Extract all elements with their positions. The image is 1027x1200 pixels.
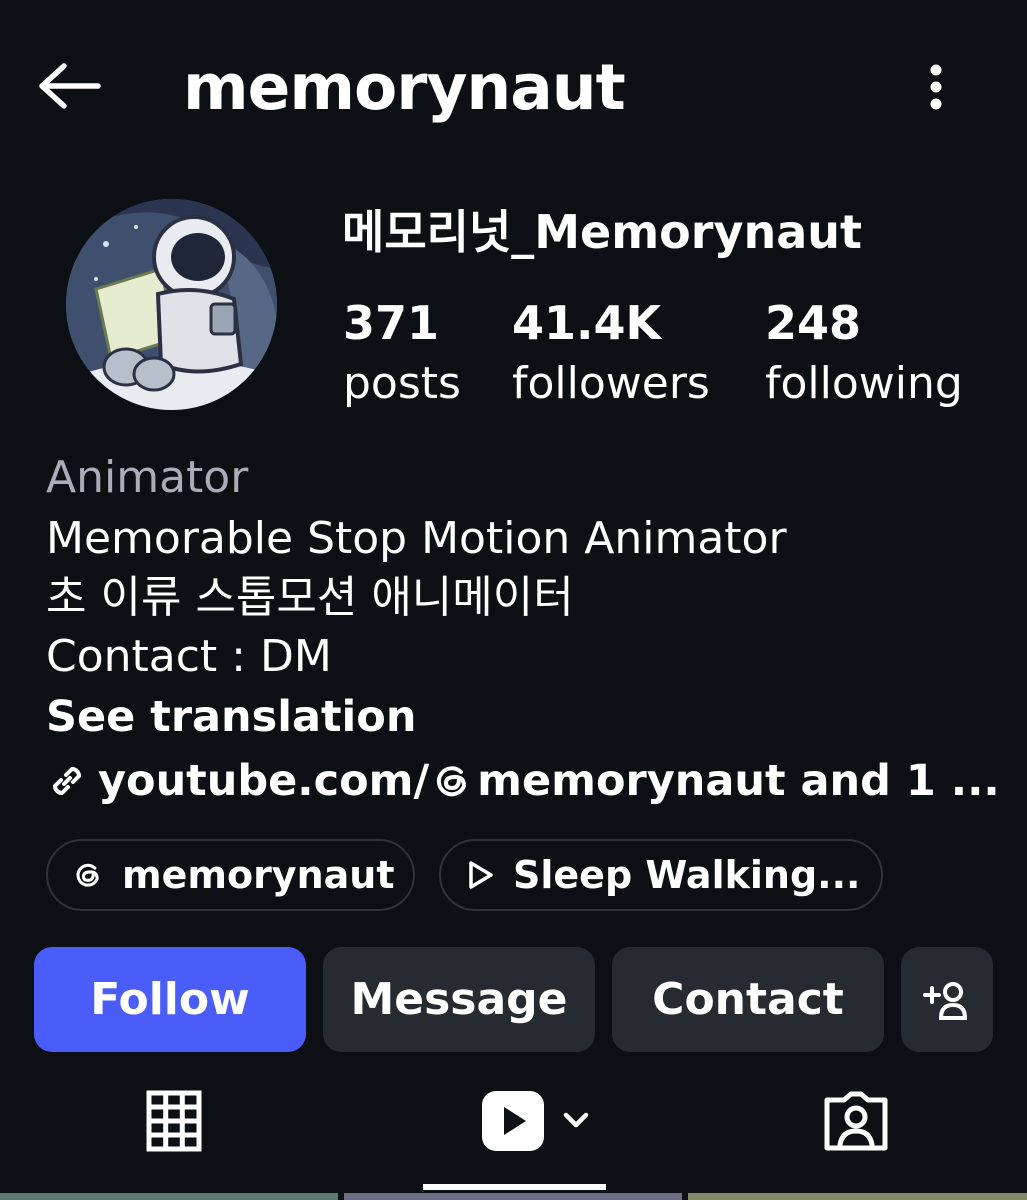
following-label: following: [765, 358, 963, 409]
add-user-icon: [923, 981, 968, 1020]
profile-display-name: 메모리넛_Memorynaut: [342, 205, 862, 259]
following-count: 248: [765, 296, 862, 350]
bio-link-prefix: youtube.com/: [98, 756, 430, 806]
profile-bio: Animator Memorable Stop Motion Animator …: [46, 447, 1000, 814]
followers-stat[interactable]: 41.4K followers: [512, 293, 710, 415]
profile-username: memorynaut: [183, 51, 626, 124]
profile-avatar[interactable]: [66, 199, 277, 410]
threads-profile-chip[interactable]: memorynaut: [46, 839, 415, 911]
video-chip-label: Sleep Walking...: [513, 853, 861, 897]
reels-icon: [482, 1091, 589, 1151]
suggested-users-button[interactable]: [901, 947, 993, 1052]
threads-chip-label: memorynaut: [122, 853, 395, 897]
bio-external-link[interactable]: youtube.com/ memorynaut and 1 ...: [46, 748, 1000, 814]
grid-thumbnail[interactable]: [344, 1193, 682, 1200]
play-outline-icon: [469, 861, 493, 889]
arrow-left-icon: [39, 63, 101, 109]
bio-line-1: Memorable Stop Motion Animator: [46, 513, 787, 564]
follow-button[interactable]: Follow: [34, 947, 306, 1052]
tab-reels[interactable]: [470, 1085, 600, 1157]
posts-count: 371: [343, 296, 440, 350]
bio-category: Animator: [46, 452, 249, 503]
posts-label: posts: [343, 358, 461, 409]
threads-icon: [76, 863, 99, 887]
posts-stat[interactable]: 371 posts: [343, 293, 461, 415]
contact-button[interactable]: Contact: [612, 947, 884, 1052]
followers-label: followers: [512, 358, 710, 409]
following-stat[interactable]: 248 following: [765, 293, 963, 415]
kebab-menu-icon: [930, 64, 942, 110]
grid-thumbnail[interactable]: [688, 1193, 1027, 1200]
followers-count: 41.4K: [512, 296, 662, 350]
profile-header: memorynaut: [0, 0, 1027, 175]
profile-page: memorynaut 메모리넛_Memorynaut 371 posts 41.…: [0, 0, 1027, 1200]
tab-posts-grid[interactable]: [138, 1085, 210, 1157]
grid-thumbnail[interactable]: [0, 1193, 338, 1200]
grid-icon: [146, 1090, 202, 1152]
bio-line-3: Contact : DM: [46, 631, 332, 682]
see-translation-link[interactable]: See translation: [46, 686, 996, 748]
threads-icon: [437, 766, 467, 797]
bio-line-2: 초 이류 스톱모션 애니메이터: [46, 572, 574, 623]
link-icon: [52, 766, 82, 796]
bio-link-suffix: memorynaut and 1 ...: [477, 756, 1000, 806]
message-button[interactable]: Message: [323, 947, 595, 1052]
astronaut-avatar-image: [66, 199, 277, 410]
tab-tagged[interactable]: [818, 1085, 894, 1157]
active-tab-indicator: [423, 1184, 606, 1190]
featured-video-chip[interactable]: Sleep Walking...: [439, 839, 883, 911]
more-options-button[interactable]: [912, 56, 960, 118]
tagged-icon: [824, 1091, 888, 1151]
back-button[interactable]: [30, 55, 108, 117]
